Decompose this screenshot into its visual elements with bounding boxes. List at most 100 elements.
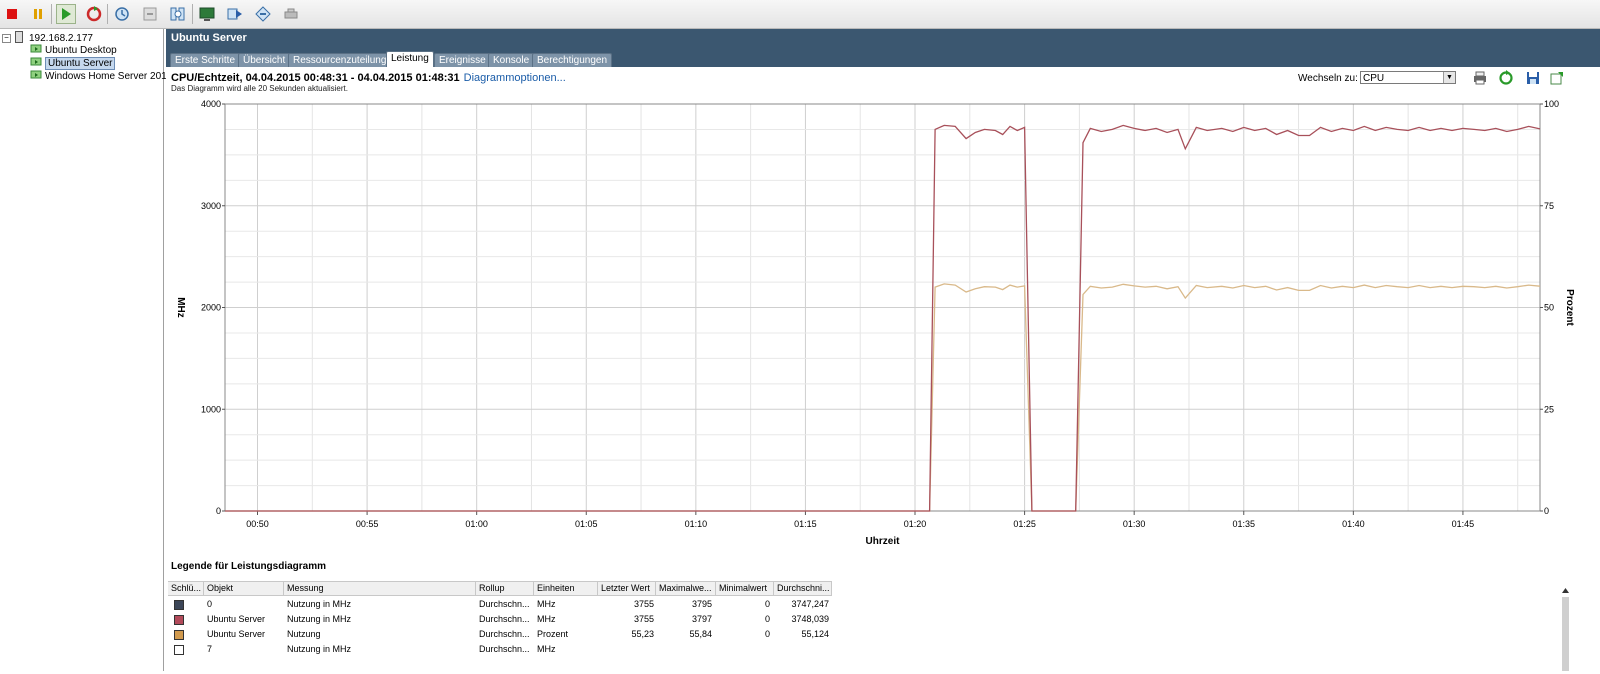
pause-icon[interactable] [28,4,48,24]
legend-cell-rollup: Durchschn... [479,644,530,654]
col-last-value[interactable]: Letzter Wert [598,582,656,595]
tab-erste-schritte[interactable]: Erste Schritte [170,53,241,67]
chart-grid [225,103,1540,512]
reset-icon[interactable] [84,4,104,24]
stop-icon[interactable] [2,4,22,24]
legend-row[interactable]: Ubuntu Server Nutzung Durchschn... Prozent 5… [168,627,868,642]
legend-cell-measure: Nutzung in MHz [287,614,352,624]
tab-berechtigungen[interactable]: Berechtigungen [532,53,613,67]
col-object[interactable]: Objekt [204,582,284,595]
y-axis-left-title: MHz [175,297,186,318]
tab-uebersicht[interactable]: Übersicht [238,53,291,67]
legend-cell-avg: 3747,247 [791,599,829,609]
x-tick: 01:35 [1232,519,1255,529]
tab-ressourcenzuteilung[interactable]: Ressourcenzuteilung [288,53,392,67]
legend-cell-unit: Prozent [537,629,569,639]
legend-cell-object: 0 [207,599,213,609]
legend-cell-last: 3755 [633,614,654,624]
console-icon[interactable] [197,4,217,24]
y-axis-right-title: Prozent [1564,289,1575,326]
legend-cell-last: 55,23 [631,629,654,639]
tab-konsole[interactable]: Konsole [488,53,535,67]
legend-row[interactable]: Ubuntu Server Nutzung in MHz Durchschn... M… [168,612,868,627]
col-key[interactable]: Schlü... [168,582,204,595]
y-tick-right: 100 [1544,99,1559,109]
x-tick: 01:05 [575,519,598,529]
migrate-icon[interactable] [225,4,245,24]
tree-item-ubuntu-server[interactable]: Ubuntu Server [30,57,116,70]
legend-scrollbar[interactable] [1561,583,1570,671]
col-max[interactable]: Maximalwe... [656,582,716,595]
clone-icon[interactable] [253,4,273,24]
y-tick-left: 1000 [201,404,221,414]
col-avg[interactable]: Durchschni... [774,582,832,595]
legend-cell-rollup: Durchschn... [479,599,530,609]
legend-cell-measure: Nutzung in MHz [287,599,352,609]
y-tick-right: 0 [1544,506,1549,516]
legend-cell-max: 3797 [691,614,712,624]
tree-item-ubuntu-desktop[interactable]: Ubuntu Desktop [30,44,117,57]
legend-cell-measure: Nutzung [287,629,321,639]
y-axis-left: 0 1000 2000 3000 4000 [201,99,225,516]
legend-table: Schlü... Objekt Messung Rollup Einheiten… [168,581,1560,671]
chart-options-link[interactable]: Diagrammoptionen... [464,72,566,84]
y-tick-right: 25 [1544,404,1554,414]
legend-swatch [174,645,184,655]
tab-ereignisse[interactable]: Ereignisse [434,53,491,67]
y-tick-left: 3000 [201,201,221,211]
legend-cell-max: 3795 [691,599,712,609]
legend-cell-object: 7 [207,644,213,654]
print-icon[interactable] [1472,70,1488,86]
vm-running-icon [30,44,42,53]
performance-chart: 01000200030004000 0255075100 00:50 00:55 0… [175,99,1575,547]
save-icon[interactable] [1525,70,1541,86]
legend-row[interactable]: 0 Nutzung in MHz Durchschn... MHz 3755 3795 0 3… [168,597,868,612]
chevron-down-icon: ▼ [1443,72,1455,83]
col-units[interactable]: Einheiten [534,582,598,595]
vm-running-icon [30,70,42,79]
y-tick-left: 4000 [201,99,221,109]
chart-title: CPU/Echtzeit, 04.04.2015 00:48:31 - 04.0… [171,72,566,84]
legend-cell-measure: Nutzung in MHz [287,644,352,654]
legend-cell-unit: MHz [537,599,556,609]
refresh-icon[interactable] [1498,70,1514,86]
legend-cell-unit: MHz [537,644,556,654]
legend-cell-unit: MHz [537,614,556,624]
legend-swatch [174,600,184,610]
legend-cell-object: Ubuntu Server [207,629,266,639]
legend-cell-min: 0 [764,614,770,624]
switch-to-label: Wechseln zu: [1298,73,1358,84]
revert-snapshot-icon[interactable] [140,4,160,24]
x-tick: 01:00 [465,519,488,529]
x-tick: 01:15 [794,519,817,529]
tab-leistung[interactable]: Leistung [386,51,434,68]
legend-cell-min: 0 [764,599,770,609]
legend-row[interactable]: 7 Nutzung in MHz Durchschn... MHz [168,642,868,657]
panel-title: Ubuntu Server [171,32,247,44]
legend-cell-avg: 55,124 [801,629,829,639]
play-icon[interactable] [56,4,76,24]
y-tick-right: 75 [1544,201,1554,211]
x-axis: 00:50 00:55 01:00 01:05 01:10 01:15 01:20 01:25… [246,511,1474,529]
x-tick: 00:50 [246,519,269,529]
snapshot-icon[interactable] [112,4,132,24]
col-measure[interactable]: Messung [284,582,476,595]
col-min[interactable]: Minimalwert [716,582,774,595]
legend-cell-rollup: Durchschn... [479,614,530,624]
popout-icon[interactable] [1549,70,1565,86]
tree-host[interactable]: − 192.168.2.177 [2,31,93,44]
y-tick-right: 50 [1544,303,1554,313]
snapshot-manager-icon[interactable] [168,4,188,24]
col-rollup[interactable]: Rollup [476,582,534,595]
legend-header: Schlü... Objekt Messung Rollup Einheiten… [168,581,832,596]
tools-icon[interactable] [281,4,301,24]
x-tick: 01:45 [1452,519,1475,529]
legend-cell-min: 0 [764,629,770,639]
x-tick: 00:55 [356,519,379,529]
x-axis-title: Uhrzeit [866,536,901,547]
switch-to-dropdown[interactable]: CPU ▼ [1360,71,1456,84]
collapse-icon[interactable]: − [2,34,11,43]
x-tick: 01:30 [1123,519,1146,529]
y-tick-left: 2000 [201,303,221,313]
tree-item-windows-home-server[interactable]: Windows Home Server 201 [30,70,167,83]
